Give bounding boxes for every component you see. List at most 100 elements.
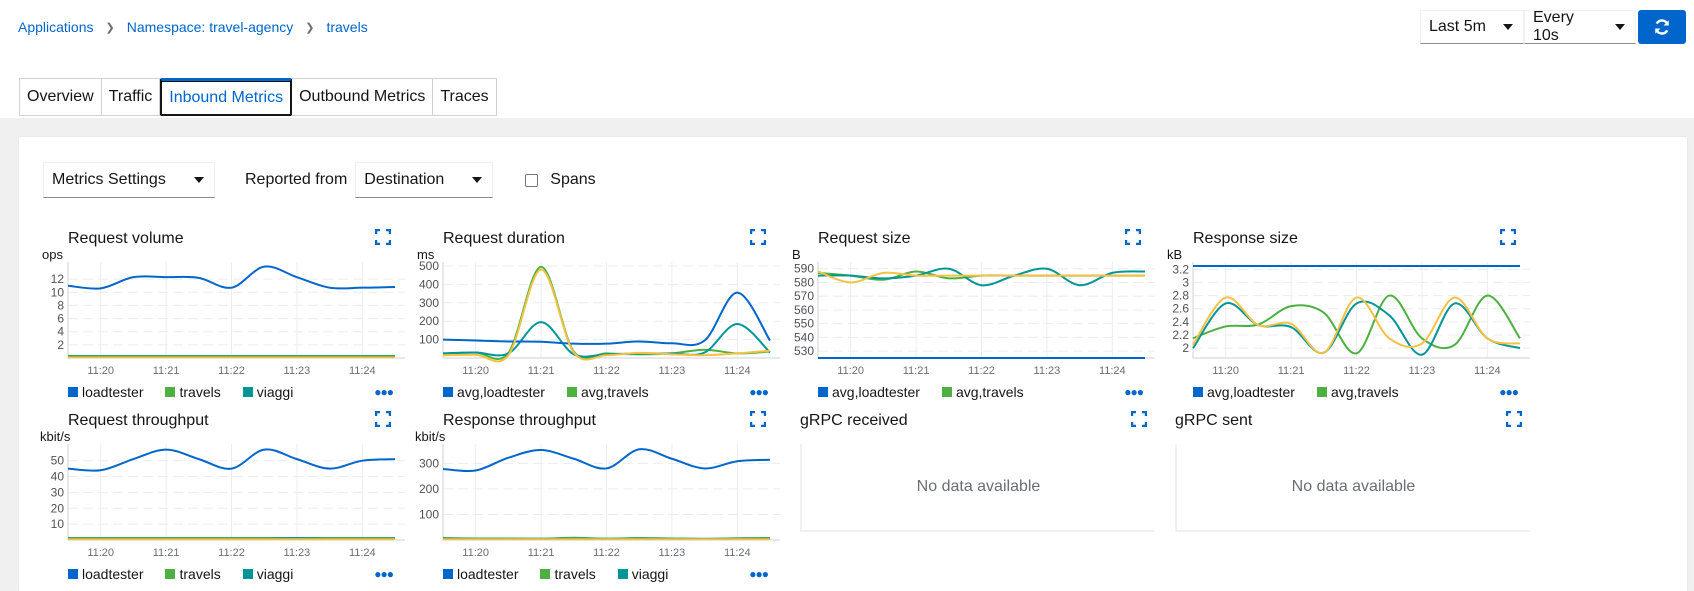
y-tick-label: 2.6 <box>1172 302 1189 316</box>
legend-item[interactable]: avg,travels <box>567 384 649 400</box>
chevron-right-icon: ❯ <box>106 21 115 34</box>
metrics-settings-dropdown[interactable]: Metrics Settings <box>43 162 215 198</box>
duration-select[interactable]: Last 5m <box>1420 10 1524 44</box>
chart-legend: avg,loadtester avg,travels <box>1193 384 1421 400</box>
tab-outbound-metrics[interactable]: Outbound Metrics <box>292 78 433 116</box>
y-tick-label: 300 <box>419 296 439 310</box>
x-tick-label: 11:22 <box>218 365 245 377</box>
y-tick-label: 100 <box>419 507 439 521</box>
axes <box>68 262 405 358</box>
legend-item[interactable]: travels <box>540 566 595 582</box>
y-tick-label: 2.8 <box>1172 289 1189 303</box>
tab-traffic[interactable]: Traffic <box>102 78 161 116</box>
legend-item[interactable]: avg,loadtester <box>818 384 920 400</box>
breadcrumb-namespace[interactable]: Namespace: travel-agency <box>127 19 294 35</box>
expand-icon[interactable] <box>1506 411 1522 427</box>
legend-more-icon[interactable]: ●●● <box>1124 385 1143 399</box>
legend-more-icon[interactable]: ●●● <box>749 385 768 399</box>
legend-item[interactable]: avg,travels <box>1317 384 1399 400</box>
legend-more-icon[interactable]: ●●● <box>749 567 768 581</box>
request-volume-chart: Request volumeops11:2011:2111:2211:2311:… <box>40 230 415 400</box>
reported-from-select[interactable]: Destination <box>355 162 493 198</box>
legend-item[interactable]: viaggi <box>618 566 669 582</box>
legend-label: loadtester <box>457 566 518 582</box>
legend-item[interactable]: loadtester <box>68 384 143 400</box>
y-tick-label: 3.2 <box>1172 262 1189 276</box>
legend-swatch <box>443 387 453 397</box>
tab-overview[interactable]: Overview <box>19 78 102 116</box>
refresh-button[interactable] <box>1638 10 1686 44</box>
legend-label: avg,loadtester <box>1207 384 1295 400</box>
x-tick-label: 11:24 <box>1099 365 1126 377</box>
legend-label: travels <box>554 566 595 582</box>
legend-label: loadtester <box>82 384 143 400</box>
tab-inbound-metrics[interactable]: Inbound Metrics <box>160 78 292 116</box>
refresh-interval-value: Every 10s <box>1533 9 1603 45</box>
x-tick-label: 11:20 <box>462 547 489 559</box>
y-tick-label: 560 <box>794 303 814 317</box>
y-tick-label: 10 <box>51 285 65 299</box>
legend-item[interactable]: travels <box>165 384 220 400</box>
breadcrumb-app[interactable]: travels <box>326 19 367 35</box>
y-tick-label: 30 <box>51 485 65 499</box>
tab-bar: Overview Traffic Inbound Metrics Outboun… <box>19 78 497 116</box>
x-tick-label: 11:20 <box>87 547 114 559</box>
x-tick-label: 11:21 <box>528 365 555 377</box>
legend-item[interactable]: avg,travels <box>942 384 1024 400</box>
y-tick-label: 4 <box>57 325 64 339</box>
y-tick-label: 12 <box>51 272 65 286</box>
refresh-interval-select[interactable]: Every 10s <box>1524 10 1636 44</box>
spans-checkbox[interactable] <box>525 174 538 187</box>
x-tick-label: 11:24 <box>724 547 751 559</box>
y-tick-label: 40 <box>51 470 65 484</box>
x-tick-label: 11:22 <box>593 547 620 559</box>
chart-title: gRPC sent <box>1175 412 1252 430</box>
request-throughput-chart: Request throughputkbit/s11:2011:2111:221… <box>40 412 415 582</box>
tab-traces[interactable]: Traces <box>433 78 496 116</box>
y-tick-label: 20 <box>51 501 65 515</box>
legend-item[interactable]: avg,loadtester <box>1193 384 1295 400</box>
y-tick-label: 50 <box>51 454 65 468</box>
legend-item[interactable]: avg,loadtester <box>443 384 545 400</box>
legend-swatch <box>1317 387 1327 397</box>
y-tick-label: 500 <box>419 259 439 273</box>
y-tick-label: 10 <box>51 517 65 531</box>
legend-item[interactable]: loadtester <box>68 566 143 582</box>
x-tick-label: 11:21 <box>903 365 930 377</box>
y-tick-label: 2.4 <box>1172 315 1189 329</box>
request-size-chart: Request sizeB11:2011:2111:2211:2311:2453… <box>790 230 1165 400</box>
chevron-right-icon: ❯ <box>305 21 314 34</box>
x-tick-label: 11:23 <box>1409 365 1436 377</box>
x-tick-label: 11:20 <box>837 365 864 377</box>
breadcrumb-applications[interactable]: Applications <box>18 19 94 35</box>
x-tick-label: 11:20 <box>1212 365 1239 377</box>
legend-swatch <box>567 387 577 397</box>
y-tick-label: 570 <box>794 289 814 303</box>
legend-item[interactable]: loadtester <box>443 566 518 582</box>
legend-label: viaggi <box>257 384 294 400</box>
chart-legend: loadtester travels viaggi <box>443 566 690 582</box>
y-tick-label: 2.2 <box>1172 328 1189 342</box>
legend-label: viaggi <box>632 566 669 582</box>
spans-toggle[interactable]: Spans <box>525 171 595 189</box>
legend-swatch <box>942 387 952 397</box>
plot-area: 11:2011:2111:2211:2311:241020304050 <box>40 412 415 552</box>
legend-swatch <box>68 387 78 397</box>
legend-more-icon[interactable]: ●●● <box>374 385 393 399</box>
breadcrumb: Applications ❯ Namespace: travel-agency … <box>18 19 368 35</box>
legend-more-icon[interactable]: ●●● <box>374 567 393 581</box>
legend-item[interactable]: viaggi <box>243 566 294 582</box>
legend-label: viaggi <box>257 566 294 582</box>
legend-item[interactable]: travels <box>165 566 220 582</box>
legend-more-icon[interactable]: ●●● <box>1499 385 1518 399</box>
expand-icon[interactable] <box>1131 411 1147 427</box>
sync-icon <box>1653 18 1671 36</box>
x-tick-label: 11:22 <box>1343 365 1370 377</box>
reported-from-value: Destination <box>364 171 444 189</box>
x-tick-label: 11:22 <box>593 365 620 377</box>
legend-label: travels <box>179 384 220 400</box>
legend-swatch <box>618 569 628 579</box>
y-tick-label: 540 <box>794 330 814 344</box>
plot-area: 11:2011:2111:2211:2311:24100200300 <box>415 412 790 552</box>
legend-item[interactable]: viaggi <box>243 384 294 400</box>
